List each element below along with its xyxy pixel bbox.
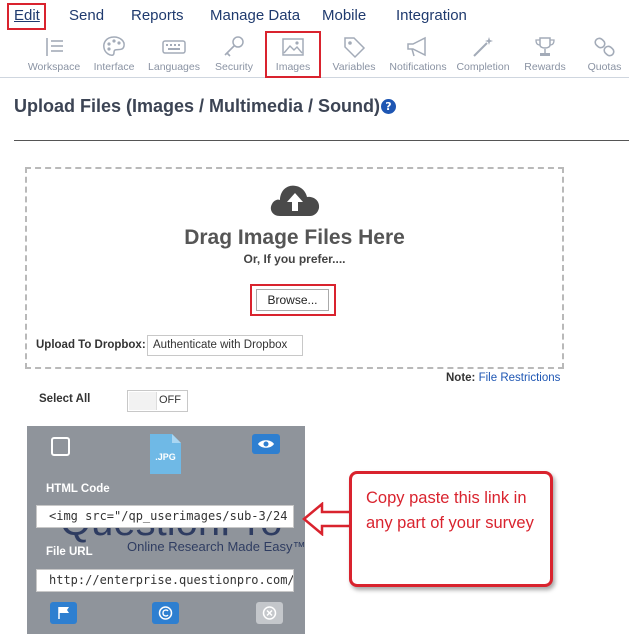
tool-rewards[interactable]: Rewards [518,32,572,78]
select-all-toggle[interactable]: OFF [127,390,188,412]
copyright-icon [158,606,173,620]
file-restrictions-link[interactable]: File Restrictions [479,372,561,384]
tool-label: Interface [93,61,135,73]
close-circle-icon [262,606,277,620]
tool-label: Workspace [27,61,81,73]
select-all-label: Select All [39,393,91,405]
page-title: Upload Files (Images / Multimedia / Soun… [14,96,381,116]
tool-label: Quotas [587,61,622,73]
file-type-label: .JPG [155,452,176,462]
tool-workspace[interactable]: Workspace [26,32,82,78]
toggle-knob [129,392,157,410]
instruction-callout: Copy paste this link in any part of your… [349,471,553,587]
tool-label: Notifications [389,61,447,73]
file-restrictions-note: Note: File Restrictions [446,372,560,384]
workspace-icon [46,38,63,56]
images-highlight-box [265,31,321,78]
html-code-label: HTML Code [46,483,110,495]
or-prefer-text: Or, If you prefer.... [243,252,346,266]
logo-tagline: Online Research Made Easy™ [127,539,306,554]
tag-icon [344,37,366,59]
tool-notifications[interactable]: Notifications [386,32,450,78]
callout-arrow [302,502,354,536]
image-select-checkbox[interactable] [51,437,70,456]
edit-highlight-box [7,3,46,30]
flag-button[interactable] [50,602,77,624]
drag-files-title: Drag Image Files Here [184,226,405,249]
tool-security[interactable]: Security [208,32,260,78]
tool-label: Security [215,61,253,73]
flag-icon [58,607,69,619]
cloud-upload-icon [270,185,320,216]
tool-label: Variables [332,61,376,73]
browse-highlight-box [250,284,336,316]
megaphone-icon [407,36,426,57]
top-nav: Edit Send Reports Manage Data Mobile Int… [0,0,629,32]
link-icon [593,37,615,57]
tool-label: Languages [148,61,200,73]
upload-to-dropbox-label: Upload To Dropbox: [36,339,146,351]
title-divider [14,140,629,141]
delete-button[interactable] [256,602,283,624]
jpg-file-icon: .JPG [150,434,181,474]
magic-wand-icon [473,37,493,57]
tool-label: Completion [456,61,510,73]
help-icon[interactable]: ? [381,99,396,114]
copyright-button[interactable] [152,602,179,624]
tool-label: Rewards [524,61,566,73]
toggle-state: OFF [159,394,181,406]
file-url-label: File URL [46,546,93,558]
preview-button[interactable] [252,434,280,454]
key-icon [224,36,244,57]
note-prefix: Note: [446,372,476,384]
tool-variables[interactable]: Variables [328,32,380,78]
tool-quotas[interactable]: Quotas [580,32,629,78]
html-code-field[interactable]: <img src="/qp_userimages/sub-3/24 [36,505,294,528]
tool-languages[interactable]: Languages [146,32,202,78]
trophy-icon [535,37,555,56]
eye-icon [258,440,274,448]
nav-reports[interactable]: Reports [131,7,184,24]
file-url-field[interactable]: http://enterprise.questionpro.com/ [36,569,294,592]
keyboard-icon [162,40,186,54]
authenticate-dropbox-button[interactable]: Authenticate with Dropbox [147,335,303,356]
nav-integration[interactable]: Integration [396,7,467,24]
tool-completion[interactable]: Completion [455,32,511,78]
tool-interface[interactable]: Interface [88,32,140,78]
nav-mobile[interactable]: Mobile [322,7,366,24]
nav-send[interactable]: Send [69,7,104,24]
nav-manage-data[interactable]: Manage Data [210,7,300,24]
palette-icon [103,36,125,56]
